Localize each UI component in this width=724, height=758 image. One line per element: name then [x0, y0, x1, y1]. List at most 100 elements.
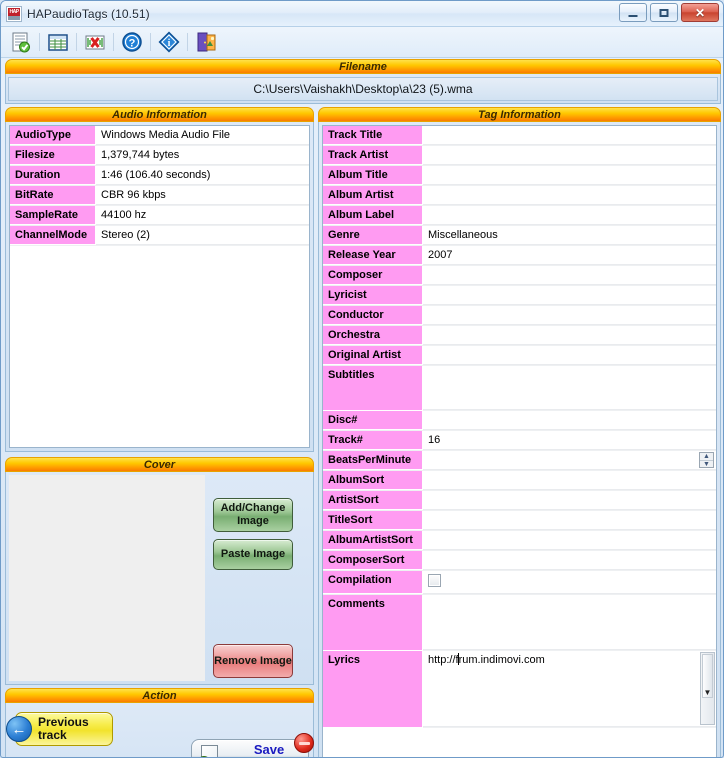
tag-row: Conductor: [323, 306, 716, 326]
batch-list-button[interactable]: [43, 29, 73, 55]
tag-value-input[interactable]: ▲ ▼: [423, 451, 716, 470]
lyrics-scrollbar[interactable]: ▼: [700, 652, 715, 725]
help-icon: ?: [122, 32, 142, 52]
tag-label: Compilation: [323, 571, 423, 594]
previous-track-button[interactable]: ← Previous track: [6, 712, 113, 746]
audio-info-row: ChannelMode Stereo (2): [10, 226, 309, 246]
audio-info-value: 44100 hz: [96, 206, 309, 225]
tag-row: Compilation: [323, 571, 716, 595]
remove-image-button[interactable]: Remove Image: [213, 644, 293, 678]
about-button[interactable]: i: [154, 29, 184, 55]
tag-value-input[interactable]: [423, 346, 716, 365]
cover-body: Add/Change Image Paste Image Remove Imag…: [5, 472, 314, 685]
text-cursor: [458, 653, 460, 665]
tag-row: Release Year 2007: [323, 246, 716, 266]
tag-value-input[interactable]: [423, 551, 716, 570]
svg-text:?: ?: [129, 38, 136, 50]
tag-value-input[interactable]: [423, 511, 716, 530]
app-icon: HAP: [6, 5, 22, 22]
tag-label: Track Title: [323, 126, 423, 145]
filename-value[interactable]: C:\Users\Vaishakh\Desktop\a\23 (5).wma: [8, 77, 718, 101]
audio-info-row: SampleRate 44100 hz: [10, 206, 309, 226]
audio-info-label: Duration: [10, 166, 96, 185]
svg-text:i: i: [168, 38, 171, 49]
spinner-up-icon[interactable]: ▲: [700, 453, 713, 461]
tag-label: AlbumArtistSort: [323, 531, 423, 550]
tag-value-input[interactable]: [423, 266, 716, 285]
add-change-image-button[interactable]: Add/Change Image: [213, 498, 293, 532]
audio-info-value: Stereo (2): [96, 226, 309, 245]
cover-image-preview[interactable]: [9, 475, 205, 681]
cover-button-group: Add/Change Image Paste Image Remove Imag…: [205, 475, 310, 681]
tag-information-body: Track Title Track Artist Album Title Album …: [318, 122, 721, 757]
tag-value-input[interactable]: 16: [423, 431, 716, 450]
toolbar-separator: [187, 33, 188, 51]
tag-row: Track Title: [323, 126, 716, 146]
minimize-button[interactable]: [619, 3, 647, 22]
audio-information-grid: AudioType Windows Media Audio File Filesiz…: [9, 125, 310, 448]
filename-header: Filename: [5, 59, 721, 74]
maximize-button[interactable]: [650, 3, 678, 22]
compilation-checkbox[interactable]: [428, 574, 441, 587]
tag-value-input[interactable]: [423, 306, 716, 325]
tag-row: BeatsPerMinute ▲ ▼: [323, 451, 716, 471]
window-title: HAPaudioTags (10.51): [27, 6, 150, 21]
tag-label: AlbumSort: [323, 471, 423, 490]
tag-row: Orchestra: [323, 326, 716, 346]
paste-image-button[interactable]: Paste Image: [213, 539, 293, 570]
tag-label: Comments: [323, 595, 423, 651]
bpm-spinner[interactable]: ▲ ▼: [699, 452, 714, 468]
spinner-down-icon[interactable]: ▼: [700, 461, 713, 468]
tag-label: Album Title: [323, 166, 423, 185]
tag-row: Album Title: [323, 166, 716, 186]
audio-info-label: ChannelMode: [10, 226, 96, 245]
audio-information-body: AudioType Windows Media Audio File Filesiz…: [5, 122, 314, 452]
tag-row: AlbumArtistSort: [323, 531, 716, 551]
tag-value-input[interactable]: [423, 286, 716, 305]
tag-value-input[interactable]: [423, 411, 716, 430]
tag-row: AlbumSort: [323, 471, 716, 491]
open-file-icon: [12, 32, 30, 53]
audio-info-row: AudioType Windows Media Audio File: [10, 126, 309, 146]
tag-value-input[interactable]: Miscellaneous: [423, 226, 716, 245]
tag-information-panel: Tag Information Track Title Track Artist A…: [318, 107, 721, 757]
tag-label: Release Year: [323, 246, 423, 265]
tag-value-input[interactable]: [423, 531, 716, 550]
open-file-button[interactable]: [6, 29, 36, 55]
tag-label: Orchestra: [323, 326, 423, 345]
audio-information-header: Audio Information: [5, 107, 314, 122]
tag-value-input[interactable]: [423, 471, 716, 490]
tag-value-input[interactable]: [423, 186, 716, 205]
title-bar: HAP HAPaudioTags (10.51) ✕: [1, 1, 723, 27]
scroll-down-icon[interactable]: ▼: [701, 689, 714, 697]
tag-row: Lyricist: [323, 286, 716, 306]
previous-track-label: Previous track: [38, 715, 89, 742]
tag-value-input[interactable]: http://frum.indimovi.com ▼: [423, 651, 716, 727]
help-button[interactable]: ?: [117, 29, 147, 55]
tag-value-input[interactable]: [423, 326, 716, 345]
tag-label: Disc#: [323, 411, 423, 430]
tag-value-input[interactable]: [423, 366, 716, 410]
tag-value-input[interactable]: [423, 595, 716, 650]
exit-button[interactable]: [191, 29, 221, 55]
tag-value-input[interactable]: [423, 126, 716, 145]
action-header: Action: [5, 688, 314, 703]
audio-info-label: SampleRate: [10, 206, 96, 225]
tag-value-input[interactable]: [423, 206, 716, 225]
tag-label: Subtitles: [323, 366, 423, 411]
tag-row: Subtitles: [323, 366, 716, 411]
close-button[interactable]: ✕: [681, 3, 719, 22]
tag-value-input[interactable]: [423, 146, 716, 165]
tag-label: BeatsPerMinute: [323, 451, 423, 470]
tag-row: Lyrics http://frum.indimovi.com ▼: [323, 651, 716, 728]
tag-value-input[interactable]: [423, 491, 716, 510]
tag-label: Lyricist: [323, 286, 423, 305]
remove-tags-button[interactable]: [80, 29, 110, 55]
tag-value-input[interactable]: 2007: [423, 246, 716, 265]
audio-info-row: Filesize 1,379,744 bytes: [10, 146, 309, 166]
save-changes-button[interactable]: + Save changes: [191, 733, 314, 757]
tag-row: Album Label: [323, 206, 716, 226]
tag-value-input[interactable]: [423, 166, 716, 185]
audio-info-label: AudioType: [10, 126, 96, 145]
filename-panel: Filename C:\Users\Vaishakh\Desktop\a\23 …: [5, 59, 721, 104]
